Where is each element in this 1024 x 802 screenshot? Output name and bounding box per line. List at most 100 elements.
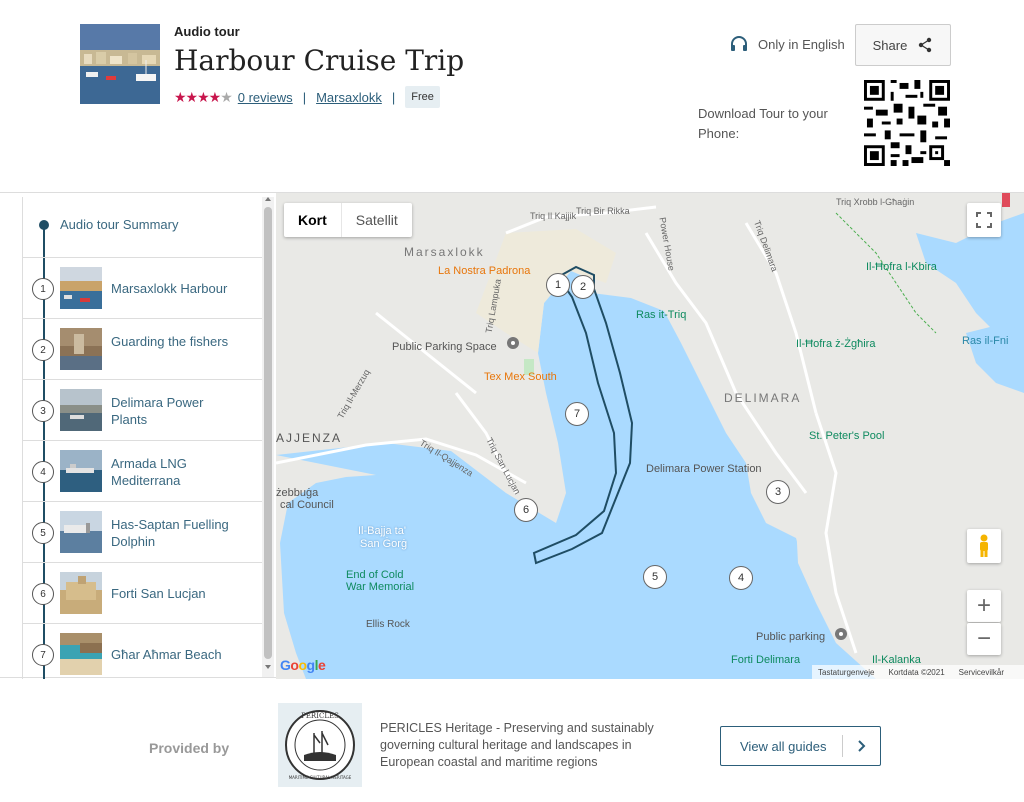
stop-label: Forti San Lucjan: [111, 586, 206, 601]
logo-subtext: MARITIME CULTURAL HERITAGE: [289, 775, 352, 780]
map-marker[interactable]: 5: [643, 565, 667, 589]
fullscreen-icon: [976, 212, 992, 228]
keyboard-shortcuts-link[interactable]: Tastaturgenveje: [818, 668, 874, 677]
map-label: Il-Ħofra l-Kbira: [866, 261, 937, 273]
map-label: San Ġorġ: [360, 538, 408, 550]
stop-thumbnail: [60, 328, 102, 370]
map-label: DELIMARA: [724, 391, 802, 405]
map-marker[interactable]: 4: [729, 566, 753, 590]
map-label: Ras il-Fni: [962, 335, 1009, 347]
map-label: Ellis Rock: [366, 619, 410, 630]
reviews-link[interactable]: 0 reviews: [238, 90, 293, 105]
share-label: Share: [872, 37, 908, 53]
list-item[interactable]: 4 Armada LNG Mediterrana: [23, 441, 262, 502]
map-label: La Nostra Padrona: [438, 265, 531, 277]
map-label: Triq Bir Rikka: [576, 206, 630, 216]
logo-text: PERICLES: [301, 712, 339, 720]
zoom-in-button[interactable]: +: [967, 590, 1001, 622]
map-label: Marsaxlokk: [404, 245, 485, 259]
tour-kicker: Audio tour: [174, 24, 240, 39]
stop-label: Has-Saptan Fuelling Dolphin: [111, 517, 229, 549]
map-label: Public parking: [756, 631, 826, 643]
stop-label: Marsaxlokk Harbour: [111, 281, 228, 296]
scrollbar-thumb[interactable]: [264, 207, 272, 659]
stop-number: 2: [32, 339, 54, 361]
fullscreen-button[interactable]: [967, 203, 1001, 237]
stop-thumbnail: [60, 511, 102, 553]
pericles-logo-graphic: PERICLES MARITIME CULTURAL HERITAGE: [285, 710, 355, 780]
map-label: Tex Mex South: [484, 371, 557, 383]
scroll-down-arrow[interactable]: [265, 665, 271, 669]
share-button[interactable]: Share: [855, 24, 951, 66]
list-item-summary[interactable]: Audio tour Summary: [23, 197, 262, 258]
tour-cover-image: [80, 24, 160, 104]
tour-meta: ★★★★★ 0 reviews | Marsaxlokk | Free: [174, 86, 440, 108]
qr-code[interactable]: [864, 80, 950, 166]
zoom-out-button[interactable]: −: [967, 623, 1001, 655]
stops-list: Audio tour Summary 1 Marsaxlokk Harbour …: [22, 197, 262, 679]
stop-thumbnail: [60, 633, 102, 675]
map-marker[interactable]: 3: [766, 480, 790, 504]
map-type-control: Kort Satellit: [284, 203, 412, 237]
list-item[interactable]: 2 Guarding the fishers: [23, 319, 262, 380]
map-data-text: Kortdata ©2021: [888, 667, 945, 677]
language-label: Only in English: [758, 36, 845, 52]
map-label: St. Peter's Pool: [809, 430, 885, 442]
divider: |: [391, 89, 396, 105]
map-label: żebbuġa: [276, 487, 319, 499]
chevron-right-icon: [842, 735, 880, 757]
terms-link[interactable]: Servicevilkår: [959, 668, 1004, 677]
stop-number: 3: [32, 400, 54, 422]
language-info: Only in English: [730, 36, 845, 52]
pegman-icon: [980, 534, 988, 557]
map-marker[interactable]: 1: [546, 273, 570, 297]
map-label: Il-Bajja ta': [358, 525, 406, 537]
share-icon: [919, 37, 932, 53]
stop-number: 1: [32, 278, 54, 300]
timeline-dot: [39, 220, 49, 230]
map-label: Public Parking Space: [392, 341, 497, 353]
page-title: Harbour Cruise Trip: [174, 44, 465, 77]
list-item[interactable]: 5 Has-Saptan Fuelling Dolphin: [23, 502, 262, 563]
map-label: Triq Xrobb l-Għaġin: [836, 197, 915, 207]
list-item[interactable]: 6 Forti San Lucjan: [23, 563, 262, 624]
stop-number: 6: [32, 583, 54, 605]
stop-thumbnail: [60, 572, 102, 614]
map-label: AJJENZA: [276, 431, 343, 445]
map-type-satellite[interactable]: Satellit: [342, 203, 412, 237]
provider-description: PERICLES Heritage - Preserving and susta…: [380, 721, 654, 769]
map-marker[interactable]: 2: [571, 275, 595, 299]
provided-by-label: Provided by: [149, 740, 230, 756]
map-label: cal Council: [280, 499, 334, 511]
tour-header: Audio tour Harbour Cruise Trip ★★★★★ 0 r…: [0, 0, 1024, 192]
list-item[interactable]: 3 Delimara Power Plants: [23, 380, 262, 441]
map-label: End of Cold: [346, 569, 404, 581]
provider-logo[interactable]: PERICLES MARITIME CULTURAL HERITAGE: [278, 703, 362, 787]
headphones-icon: [731, 36, 747, 51]
location-link[interactable]: Marsaxlokk: [316, 90, 382, 105]
tour-map[interactable]: Kort Satellit + − 1 2 3 4 5 6 7 Marsaxlo…: [276, 193, 1024, 679]
map-label: Ras it-Triq: [636, 309, 687, 321]
tour-panel: Audio tour Summary 1 Marsaxlokk Harbour …: [0, 192, 1024, 679]
map-marker[interactable]: 7: [565, 402, 589, 426]
stop-number: 4: [32, 461, 54, 483]
summary-label: Audio tour Summary: [60, 217, 179, 232]
stop-label: Armada LNG Mediterrana: [111, 456, 187, 488]
price-badge: Free: [405, 86, 440, 108]
list-item[interactable]: 1 Marsaxlokk Harbour: [23, 258, 262, 319]
stop-thumbnail: [60, 389, 102, 431]
map-label: Forti Delimara: [731, 654, 801, 666]
stop-number: 7: [32, 644, 54, 666]
map-type-kort[interactable]: Kort: [284, 203, 342, 237]
list-item[interactable]: 7 Għar Aħmar Beach: [23, 624, 262, 679]
scroll-up-arrow[interactable]: [265, 197, 271, 201]
stop-thumbnail: [60, 450, 102, 492]
map-marker[interactable]: 6: [514, 498, 538, 522]
stop-label: Guarding the fishers: [111, 334, 229, 349]
map-attribution: Tastaturgenveje Kortdata ©2021 Servicevi…: [812, 665, 1024, 679]
street-view-pegman[interactable]: [967, 529, 1001, 563]
map-label: Il-Ħofra ż-Żgħira: [796, 338, 876, 350]
google-logo[interactable]: Google: [280, 657, 326, 673]
stop-number: 5: [32, 522, 54, 544]
view-all-guides-button[interactable]: View all guides: [720, 726, 881, 766]
